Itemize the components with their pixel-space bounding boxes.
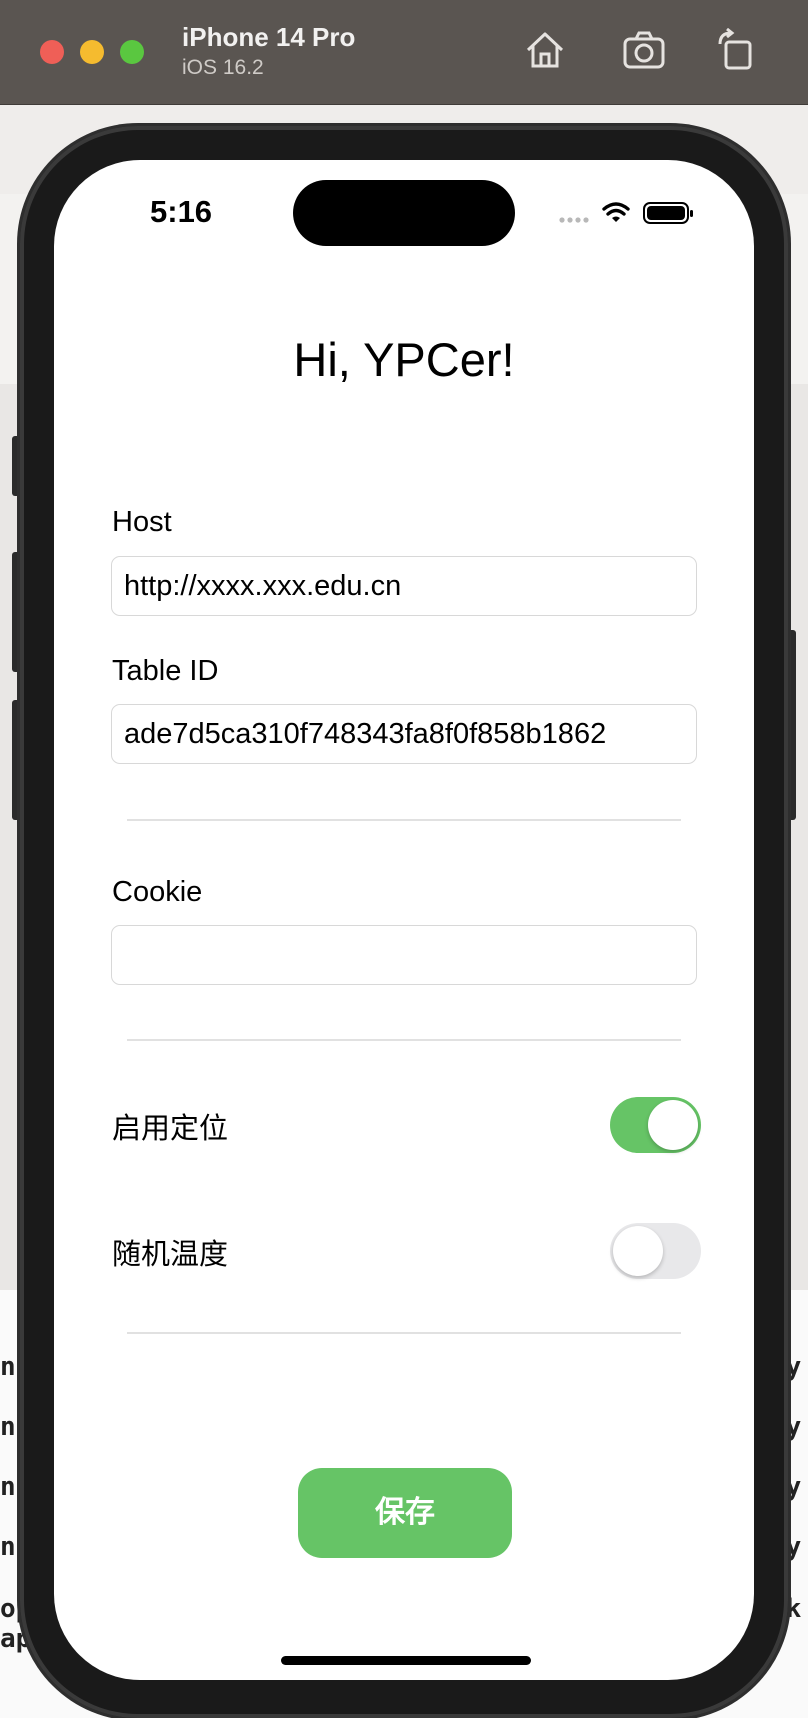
screenshot-icon[interactable] <box>622 28 666 72</box>
wifi-icon <box>602 202 630 222</box>
cellular-icon <box>559 217 589 223</box>
close-window-button[interactable] <box>40 40 64 64</box>
host-input[interactable]: http://xxxx.xxx.edu.cn <box>111 556 697 616</box>
simulator-titlebar: iPhone 14 Pro iOS 16.2 <box>0 0 808 105</box>
toggle-knob <box>648 1100 698 1150</box>
table-id-label: Table ID <box>112 655 219 687</box>
save-button[interactable]: 保存 <box>298 1468 512 1558</box>
random-temp-toggle-label: 随机温度 <box>112 1239 229 1271</box>
section-divider <box>127 1332 681 1334</box>
battery-icon <box>643 202 693 224</box>
status-bar-time: 5:16 <box>150 194 213 229</box>
greeting-title: Hi, YPCer! <box>293 333 515 386</box>
phone-screen: 5:16 Hi, YPCer! Host http://xxxx.xxx.edu… <box>54 160 754 1680</box>
section-divider <box>127 819 681 821</box>
minimize-window-button[interactable] <box>80 40 104 64</box>
zoom-window-button[interactable] <box>120 40 144 64</box>
device-name: iPhone 14 Pro <box>182 22 356 52</box>
location-toggle[interactable] <box>610 1097 701 1153</box>
cookie-label: Cookie <box>112 876 203 908</box>
toggle-knob <box>613 1226 663 1276</box>
location-toggle-label: 启用定位 <box>112 1113 229 1145</box>
dynamic-island <box>293 180 515 246</box>
status-bar-icons <box>559 202 693 224</box>
rotate-icon[interactable] <box>714 28 758 72</box>
home-indicator[interactable] <box>281 1656 531 1665</box>
host-label: Host <box>112 506 172 538</box>
section-divider <box>127 1039 681 1041</box>
cookie-input[interactable] <box>111 925 697 985</box>
table-id-input[interactable]: ade7d5ca310f748343fa8f0f858b1862 <box>111 704 697 764</box>
home-icon[interactable] <box>523 28 567 72</box>
device-os-version: iOS 16.2 <box>182 56 264 79</box>
random-temp-toggle[interactable] <box>610 1223 701 1279</box>
